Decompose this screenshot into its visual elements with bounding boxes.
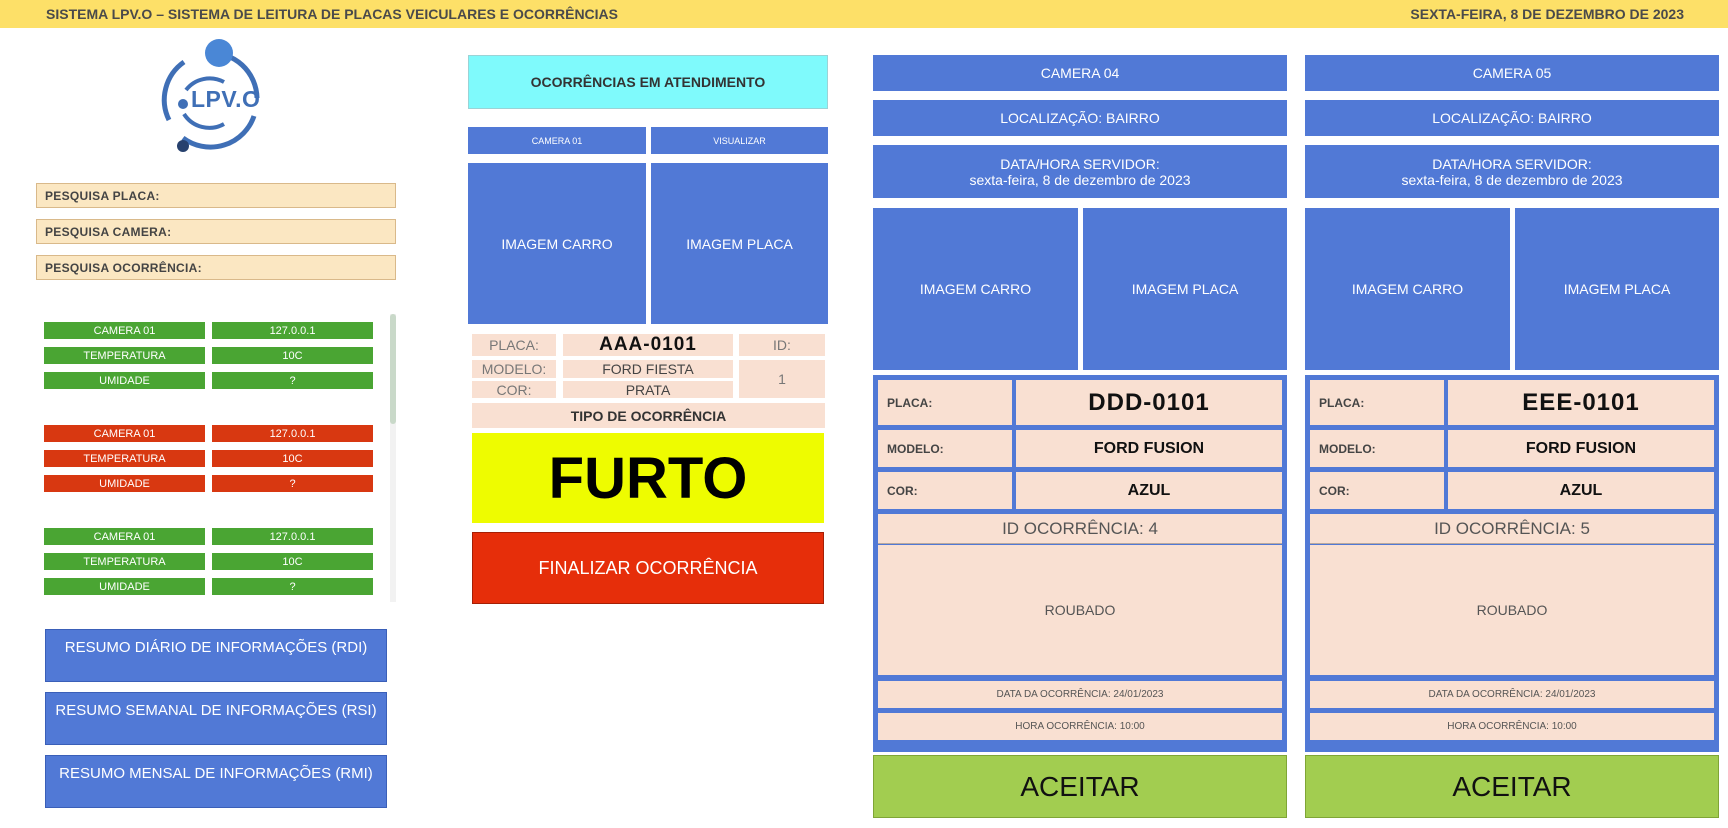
placa-value: AAA-0101 — [563, 334, 733, 356]
modelo-label: MODELO: — [878, 430, 1012, 467]
placa-label: PLACA: — [878, 380, 1012, 425]
rmi-report-button[interactable]: RESUMO MENSAL DE INFORMAÇÕES (RMI) — [45, 755, 387, 808]
humidity-label: UMIDADE — [44, 475, 205, 492]
vehicle-info-panel: PLACA: DDD-0101 MODELO: FORD FUSION COR:… — [873, 375, 1287, 752]
ocorrencia-type-banner: FURTO — [472, 433, 824, 523]
header-date: SEXTA-FEIRA, 8 DE DEZEMBRO DE 2023 — [1410, 6, 1684, 22]
rdi-report-button[interactable]: RESUMO DIÁRIO DE INFORMAÇÕES (RDI) — [45, 629, 387, 682]
rsi-report-button[interactable]: RESUMO SEMANAL DE INFORMAÇÕES (RSI) — [45, 692, 387, 745]
server-datetime-label: DATA/HORA SERVIDOR: — [1000, 155, 1160, 172]
placa-value: EEE-0101 — [1448, 380, 1714, 425]
hora-ocorrencia: HORA OCORRÊNCIA: 10:00 — [878, 713, 1282, 740]
plate-image: IMAGEM PLACA — [1083, 208, 1287, 370]
placa-label: PLACA: — [472, 334, 556, 356]
placa-label: PLACA: — [1310, 380, 1444, 425]
server-datetime: DATA/HORA SERVIDOR: sexta-feira, 8 de de… — [873, 145, 1287, 198]
server-datetime-value: sexta-feira, 8 de dezembro de 2023 — [969, 171, 1191, 188]
logo-text: LPV.O — [191, 86, 261, 112]
humidity-label: UMIDADE — [44, 372, 205, 389]
temperature-label: TEMPERATURA — [44, 450, 205, 467]
top-bar: SISTEMA LPV.O – SISTEMA DE LEITURA DE PL… — [0, 0, 1728, 28]
camera-ip: 127.0.0.1 — [212, 322, 373, 339]
humidity-label: UMIDADE — [44, 578, 205, 595]
modelo-label: MODELO: — [1310, 430, 1444, 467]
camera-name: CAMERA 01 — [44, 425, 205, 442]
search-placa-field[interactable]: PESQUISA PLACA: — [36, 183, 396, 208]
modelo-value: FORD FIESTA — [563, 360, 733, 378]
aceitar-button[interactable]: ACEITAR — [873, 755, 1287, 818]
app-title: SISTEMA LPV.O – SISTEMA DE LEITURA DE PL… — [46, 6, 618, 22]
ocorrencia-description: ROUBADO — [878, 545, 1282, 675]
cor-label: COR: — [878, 472, 1012, 509]
cor-label: COR: — [472, 381, 556, 398]
server-datetime-value: sexta-feira, 8 de dezembro de 2023 — [1401, 171, 1623, 188]
scrollbar-thumb[interactable] — [390, 314, 396, 424]
camera-name: CAMERA 04 — [873, 55, 1287, 91]
temperature-label: TEMPERATURA — [44, 553, 205, 570]
camera-ip: 127.0.0.1 — [212, 425, 373, 442]
atendimento-details: PLACA: AAA-0101 ID: MODELO: FORD FIESTA … — [468, 329, 828, 432]
aceitar-button[interactable]: ACEITAR — [1305, 755, 1719, 818]
data-ocorrencia: DATA DA OCORRÊNCIA: 24/01/2023 — [1310, 681, 1714, 708]
atendimento-title: OCORRÊNCIAS EM ATENDIMENTO — [468, 55, 828, 109]
scrollbar-track[interactable] — [390, 314, 396, 602]
server-datetime-label: DATA/HORA SERVIDOR: — [1432, 155, 1592, 172]
temperature-value: 10C — [212, 347, 373, 364]
plate-image: IMAGEM PLACA — [1515, 208, 1719, 370]
modelo-label: MODELO: — [472, 360, 556, 378]
cor-value: AZUL — [1016, 472, 1282, 509]
humidity-value: ? — [212, 578, 373, 595]
placa-value: DDD-0101 — [1016, 380, 1282, 425]
camera-name: CAMERA 01 — [44, 322, 205, 339]
camera-ip: 127.0.0.1 — [212, 528, 373, 545]
tipo-ocorrencia-label: TIPO DE OCORRÊNCIA — [472, 403, 825, 428]
car-image: IMAGEM CARRO — [1305, 208, 1510, 370]
modelo-value: FORD FUSION — [1016, 430, 1282, 467]
cor-value: PRATA — [563, 381, 733, 398]
id-value: 1 — [739, 360, 825, 398]
temperature-label: TEMPERATURA — [44, 347, 205, 364]
search-camera-field[interactable]: PESQUISA CAMERA: — [36, 219, 396, 244]
plate-image: IMAGEM PLACA — [651, 163, 828, 324]
search-ocorrencia-field[interactable]: PESQUISA OCORRÊNCIA: — [36, 255, 396, 280]
humidity-value: ? — [212, 475, 373, 492]
data-ocorrencia: DATA DA OCORRÊNCIA: 24/01/2023 — [878, 681, 1282, 708]
temperature-value: 10C — [212, 553, 373, 570]
camera-status-list[interactable]: CAMERA 01 127.0.0.1 TEMPERATURA 10C UMID… — [36, 314, 398, 602]
temperature-value: 10C — [212, 450, 373, 467]
camera-name: CAMERA 01 — [44, 528, 205, 545]
id-ocorrencia: ID OCORRÊNCIA: 5 — [1310, 514, 1714, 544]
logo: LPV.O — [156, 38, 270, 156]
id-label: ID: — [739, 334, 825, 356]
camera-select-button[interactable]: CAMERA 01 — [468, 127, 646, 154]
server-datetime: DATA/HORA SERVIDOR: sexta-feira, 8 de de… — [1305, 145, 1719, 198]
car-image: IMAGEM CARRO — [468, 163, 646, 324]
ocorrencia-description: ROUBADO — [1310, 545, 1714, 675]
cor-value: AZUL — [1448, 472, 1714, 509]
modelo-value: FORD FUSION — [1448, 430, 1714, 467]
hora-ocorrencia: HORA OCORRÊNCIA: 10:00 — [1310, 713, 1714, 740]
cor-label: COR: — [1310, 472, 1444, 509]
camera-location: LOCALIZAÇÃO: BAIRRO — [1305, 100, 1719, 136]
id-ocorrencia: ID OCORRÊNCIA: 4 — [878, 514, 1282, 544]
visualizar-button[interactable]: VISUALIZAR — [651, 127, 828, 154]
finalizar-ocorrencia-button[interactable]: FINALIZAR OCORRÊNCIA — [472, 532, 824, 604]
humidity-value: ? — [212, 372, 373, 389]
camera-name: CAMERA 05 — [1305, 55, 1719, 91]
vehicle-info-panel: PLACA: EEE-0101 MODELO: FORD FUSION COR:… — [1305, 375, 1719, 752]
car-image: IMAGEM CARRO — [873, 208, 1078, 370]
camera-location: LOCALIZAÇÃO: BAIRRO — [873, 100, 1287, 136]
